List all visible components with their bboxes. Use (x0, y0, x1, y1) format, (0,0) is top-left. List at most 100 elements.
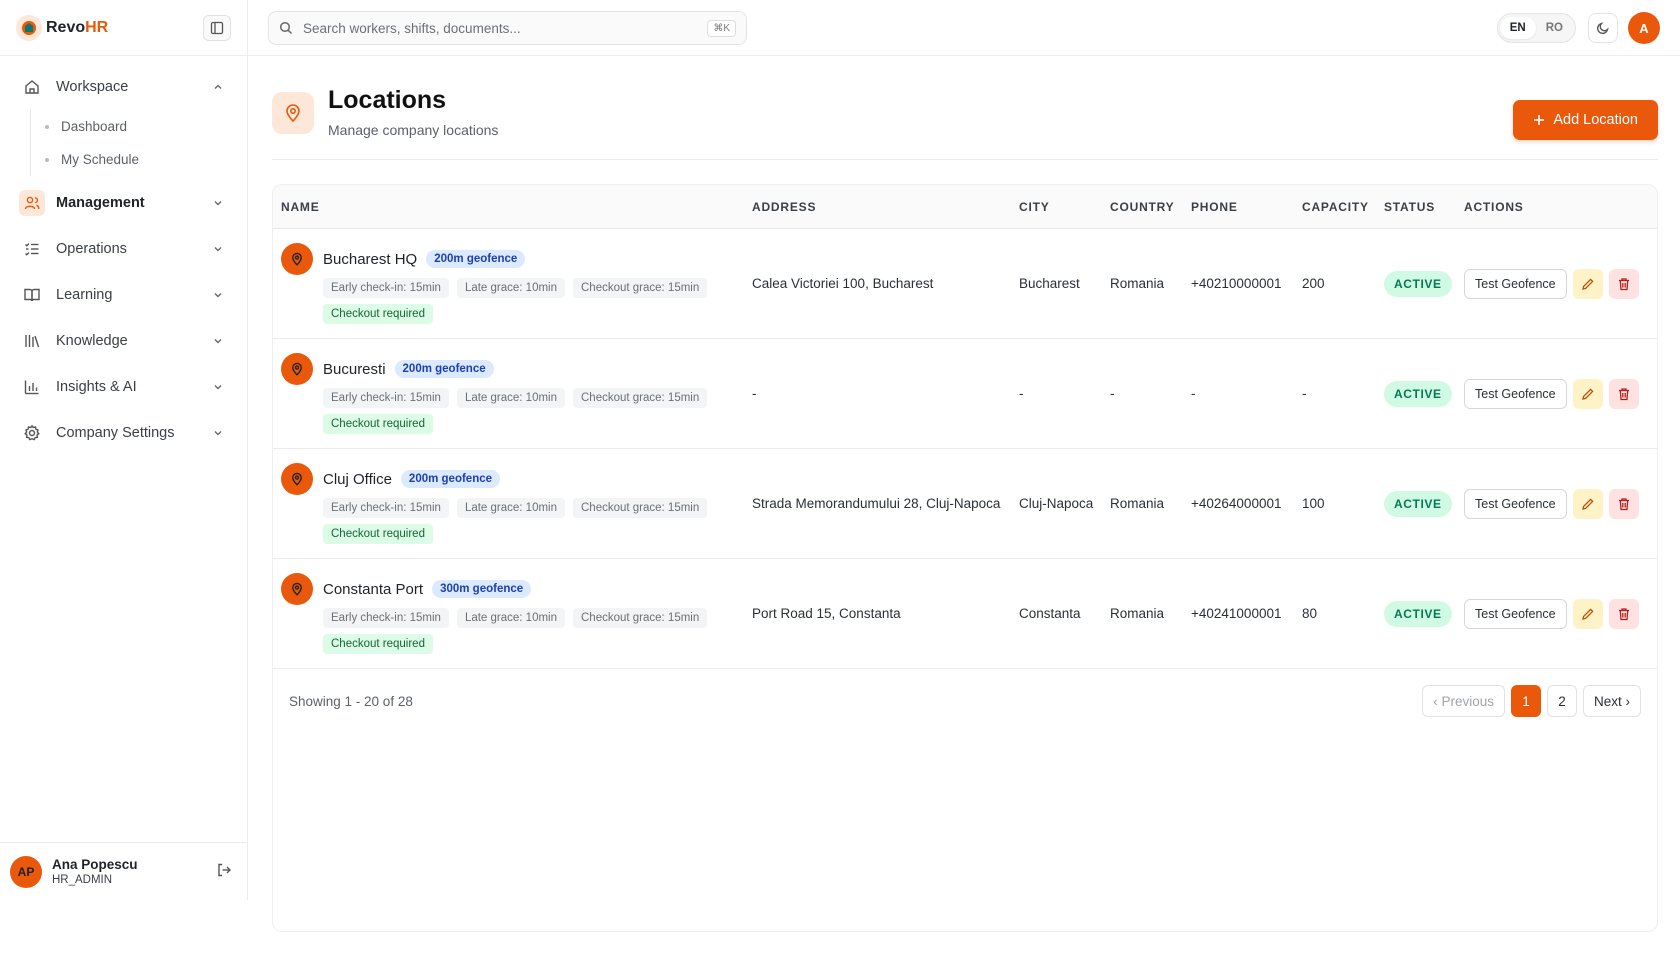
location-name[interactable]: Bucharest HQ (323, 251, 417, 268)
phone-cell: +40210000001 (1191, 276, 1282, 291)
city-cell: Constanta (1019, 606, 1081, 621)
name-cell: Bucuresti 200m geofence Early check-in: … (273, 339, 752, 448)
header-status[interactable]: STATUS (1384, 200, 1464, 214)
early-checkin-chip: Early check-in: 15min (323, 498, 449, 518)
phone-cell: +40264000001 (1191, 496, 1282, 511)
user-role: HR_ADMIN (52, 874, 113, 886)
rule-chips: Early check-in: 15min Late grace: 10min … (323, 388, 723, 434)
pagination: ‹ Previous 1 2 Next › (1422, 685, 1641, 717)
delete-button[interactable] (1608, 268, 1639, 299)
late-grace-chip: Late grace: 10min (456, 608, 565, 628)
sidebar-item-insights-ai[interactable]: Insights & AI (16, 368, 231, 406)
test-geofence-button[interactable]: Test Geofence (1464, 378, 1567, 409)
location-name[interactable]: Constanta Port (323, 581, 423, 598)
sidebar-item-knowledge[interactable]: Knowledge (16, 322, 231, 360)
edit-button[interactable] (1572, 378, 1603, 409)
city-cell: - (1019, 386, 1024, 401)
header-city[interactable]: CITY (1019, 200, 1110, 214)
logout-icon[interactable] (216, 862, 232, 881)
header-country[interactable]: COUNTRY (1110, 200, 1191, 214)
delete-button[interactable] (1608, 598, 1639, 629)
location-name[interactable]: Bucuresti (323, 361, 386, 378)
theme-toggle-button[interactable] (1588, 13, 1618, 43)
avatar[interactable]: AP (10, 855, 42, 888)
edit-button[interactable] (1572, 598, 1603, 629)
test-geofence-button[interactable]: Test Geofence (1464, 268, 1567, 299)
late-grace-chip: Late grace: 10min (456, 498, 565, 518)
country-cell: Romania (1110, 496, 1165, 511)
sidebar-item-label: Management (56, 195, 145, 211)
list-check-icon (22, 239, 42, 259)
table-header: NAME ADDRESS CITY COUNTRY PHONE CAPACITY… (273, 185, 1657, 229)
trash-icon (1618, 387, 1629, 400)
sidebar-item-workspace[interactable]: Workspace (16, 68, 231, 106)
sidebar-item-management[interactable]: Management (16, 184, 231, 222)
location-name[interactable]: Cluj Office (323, 471, 392, 488)
book-icon (22, 285, 42, 305)
plus-icon (1534, 115, 1545, 125)
lang-ro-button[interactable]: RO (1536, 17, 1573, 39)
chevron-up-icon (211, 80, 225, 94)
header-name[interactable]: NAME (273, 200, 752, 214)
sidebar-item-label: Operations (56, 241, 127, 257)
late-grace-chip: Late grace: 10min (456, 388, 565, 408)
workspace-subnav: Dashboard My Schedule (30, 110, 231, 176)
lang-en-button[interactable]: EN (1499, 17, 1536, 39)
delete-button[interactable] (1608, 488, 1639, 519)
search-icon (279, 21, 293, 35)
checkout-required-chip: Checkout required (323, 634, 433, 654)
test-geofence-button[interactable]: Test Geofence (1464, 488, 1567, 519)
header-capacity[interactable]: CAPACITY (1302, 200, 1384, 214)
sidebar-nav: Workspace Dashboard My Schedule Manageme… (0, 56, 247, 452)
sidebar-subitem-my-schedule[interactable]: My Schedule (45, 143, 231, 176)
sidebar-item-label: Insights & AI (56, 379, 137, 395)
add-location-button[interactable]: Add Location (1513, 100, 1658, 140)
header-address[interactable]: ADDRESS (752, 200, 1019, 214)
page-1-button[interactable]: 1 (1510, 685, 1541, 717)
chevron-down-icon (211, 334, 225, 348)
map-pin-icon (281, 353, 313, 385)
test-geofence-button[interactable]: Test Geofence (1464, 598, 1567, 629)
sidebar-subitem-dashboard[interactable]: Dashboard (45, 110, 231, 143)
sidebar-item-learning[interactable]: Learning (16, 276, 231, 314)
country-cell: Romania (1110, 606, 1165, 621)
edit-button[interactable] (1572, 488, 1603, 519)
actions-cell: Test Geofence (1464, 229, 1657, 338)
header-phone[interactable]: PHONE (1191, 200, 1302, 214)
subitem-label: My Schedule (61, 152, 140, 167)
previous-page-button[interactable]: ‹ Previous (1422, 685, 1505, 717)
delete-button[interactable] (1608, 378, 1639, 409)
checkout-required-chip: Checkout required (323, 304, 433, 324)
shortcut-hint: ⌘K (707, 19, 736, 37)
gear-icon (22, 423, 42, 443)
sidebar-item-operations[interactable]: Operations (16, 230, 231, 268)
edit-button[interactable] (1572, 268, 1603, 299)
account-avatar[interactable]: A (1628, 12, 1660, 44)
geofence-badge: 200m geofence (394, 360, 494, 378)
early-checkin-chip: Early check-in: 15min (323, 278, 449, 298)
search-input[interactable] (303, 20, 708, 36)
pencil-icon (1581, 387, 1594, 400)
capacity-cell: - (1302, 386, 1307, 401)
map-pin-icon (281, 463, 313, 495)
map-pin-icon (272, 92, 314, 134)
table-row: Constanta Port 300m geofence Early check… (273, 559, 1657, 669)
actions-cell: Test Geofence (1464, 559, 1657, 668)
table-row: Bucuresti 200m geofence Early check-in: … (273, 339, 1657, 449)
next-page-button[interactable]: Next › (1582, 685, 1641, 717)
panel-left-icon (210, 21, 224, 34)
checkout-grace-chip: Checkout grace: 15min (573, 608, 708, 628)
rule-chips: Early check-in: 15min Late grace: 10min … (323, 278, 723, 324)
status-badge: ACTIVE (1384, 490, 1452, 517)
capacity-cell: 200 (1302, 276, 1325, 291)
city-cell: Bucharest (1019, 276, 1080, 291)
table-footer: Showing 1 - 20 of 28 ‹ Previous 1 2 Next… (273, 669, 1657, 733)
page-2-button[interactable]: 2 (1546, 685, 1577, 717)
table-row: Bucharest HQ 200m geofence Early check-i… (273, 229, 1657, 339)
moon-icon (1596, 22, 1609, 35)
address-cell: - (752, 386, 757, 401)
sidebar-item-company-settings[interactable]: Company Settings (16, 414, 231, 452)
pencil-icon (1581, 497, 1594, 510)
sidebar-toggle-button[interactable] (203, 14, 231, 41)
country-cell: - (1110, 386, 1115, 401)
